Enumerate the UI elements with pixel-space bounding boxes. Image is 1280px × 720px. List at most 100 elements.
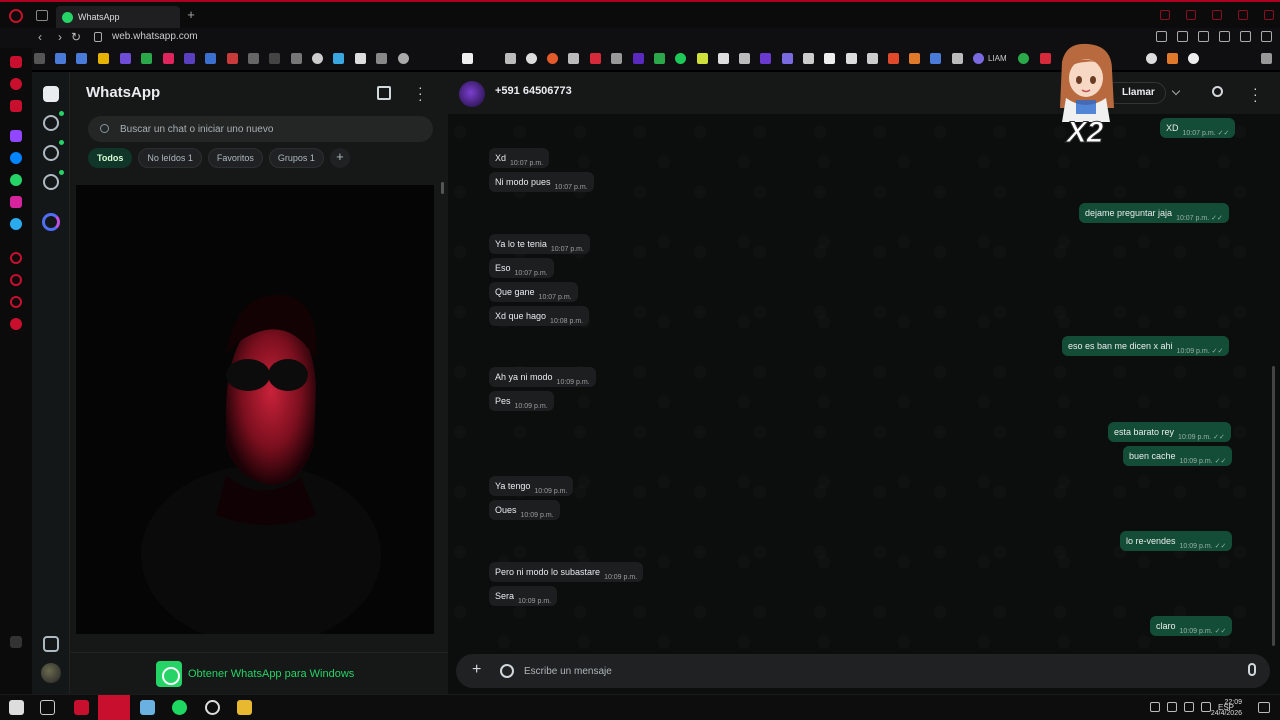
bookmark-icon[interactable]	[654, 53, 665, 64]
search-tabs-icon[interactable]	[1186, 10, 1196, 20]
bookmark-meta-icon[interactable]	[55, 53, 66, 64]
message-bubble-in[interactable]: Ya tengo10:09 p.m.	[489, 476, 574, 496]
bookmark-icon[interactable]	[697, 53, 708, 64]
get-app-banner[interactable]: Obtener WhatsApp para Windows	[70, 652, 448, 694]
bookmark-icon[interactable]	[760, 53, 771, 64]
bookmark-icon[interactable]	[803, 53, 814, 64]
maximize-icon[interactable]	[1238, 10, 1248, 20]
clock[interactable]: 22:09 24/4/2026	[1202, 697, 1242, 719]
bookmark-settings-icon[interactable]	[34, 53, 45, 64]
filter-groups[interactable]: Grupos 1	[268, 148, 324, 168]
message-bubble-in[interactable]: Ah ya ni modo10:09 p.m.	[489, 367, 596, 387]
bookmark-icon[interactable]	[205, 53, 216, 64]
bookmark-icon[interactable]	[888, 53, 899, 64]
aria-icon[interactable]	[10, 56, 22, 68]
message-bubble-in[interactable]: Oues10:09 p.m.	[489, 500, 560, 520]
bookmark-icon[interactable]	[952, 53, 963, 64]
media-icon[interactable]	[43, 636, 59, 652]
history-icon[interactable]	[10, 252, 22, 264]
pin-icon[interactable]	[1160, 10, 1170, 20]
bookmark-icon[interactable]	[568, 53, 579, 64]
search-input[interactable]	[120, 116, 420, 142]
bookmark-icon[interactable]	[633, 53, 644, 64]
message-bubble-out[interactable]: eso es ban me dicen x ahi10:09 p.m. ✓✓	[1062, 336, 1230, 356]
heart-icon[interactable]	[1240, 31, 1251, 42]
chat-sidebar-icon[interactable]	[10, 296, 22, 308]
meta-ai-icon[interactable]	[42, 213, 60, 231]
bookmark-icon[interactable]	[376, 53, 387, 64]
chats-icon[interactable]	[43, 86, 59, 102]
clock-icon[interactable]	[10, 274, 22, 286]
bookmark-icon[interactable]	[611, 53, 622, 64]
message-bubble-in[interactable]: Xd10:07 p.m.	[489, 148, 550, 168]
url-field[interactable]: web.whatsapp.com	[112, 31, 198, 42]
bookmark-liam-label[interactable]: LIAM	[988, 54, 1007, 63]
message-bubble-in[interactable]: Ya lo te tenia10:07 p.m.	[489, 234, 590, 254]
bookmark-liam-icon[interactable]	[973, 53, 984, 64]
bookmark-icon[interactable]	[782, 53, 793, 64]
browser-tab[interactable]: WhatsApp	[56, 6, 180, 28]
bookmark-icon[interactable]	[269, 53, 280, 64]
new-chat-icon[interactable]	[377, 86, 391, 100]
volume-icon[interactable]	[1183, 702, 1194, 712]
message-scrollbar[interactable]	[1272, 116, 1276, 646]
bookmark-icon[interactable]	[398, 53, 409, 64]
bookmark-icon[interactable]	[1167, 53, 1178, 64]
bookmark-icon[interactable]	[590, 53, 601, 64]
whatsapp-sidebar-icon[interactable]	[10, 174, 22, 186]
bookmark-icon[interactable]	[718, 53, 729, 64]
spotify-icon[interactable]	[172, 700, 187, 715]
task-view-icon[interactable]	[40, 700, 55, 715]
bookmark-icon[interactable]	[1188, 53, 1199, 64]
message-bubble-out[interactable]: esta barato rey10:09 p.m. ✓✓	[1108, 422, 1231, 442]
search-messages-icon[interactable]	[1212, 86, 1223, 97]
get-app-label[interactable]: Obtener WhatsApp para Windows	[188, 668, 354, 680]
twitch-icon[interactable]	[10, 130, 22, 142]
message-bubble-in[interactable]: Que gane10:07 p.m.	[489, 282, 578, 302]
forward-icon[interactable]: ›	[53, 30, 67, 44]
more-sidebar-icon[interactable]	[10, 636, 22, 648]
player-sidebar-icon[interactable]	[10, 100, 22, 112]
bookmark-icon[interactable]	[312, 53, 323, 64]
bookmark-icon[interactable]	[291, 53, 302, 64]
message-bubble-in[interactable]: Ni modo pues10:07 p.m.	[489, 172, 594, 192]
bookmark-pinterest-icon[interactable]	[163, 53, 174, 64]
player-icon[interactable]	[1219, 31, 1230, 42]
bookmark-icon[interactable]	[739, 53, 750, 64]
minimize-icon[interactable]	[1212, 10, 1222, 20]
opera-ai-icon[interactable]	[10, 78, 22, 90]
filter-unread[interactable]: No leídos 1	[138, 148, 202, 168]
communities-icon[interactable]	[43, 174, 59, 190]
bookmark-meta-icon[interactable]	[76, 53, 87, 64]
lock-icon[interactable]	[94, 32, 102, 42]
bookmark-drive-icon[interactable]	[98, 53, 109, 64]
bookmark-youtube-icon[interactable]	[1040, 53, 1051, 64]
reload-icon[interactable]: ↻	[69, 30, 83, 44]
bookmark-icon[interactable]	[526, 53, 537, 64]
file-explorer-icon[interactable]	[237, 700, 252, 715]
network-icon[interactable]	[1166, 702, 1177, 712]
add-filter-button[interactable]: +	[329, 148, 350, 168]
close-window-icon[interactable]	[1264, 10, 1274, 20]
instagram-icon[interactable]	[10, 196, 22, 208]
bookmark-icon[interactable]	[867, 53, 878, 64]
telegram-icon[interactable]	[10, 218, 22, 230]
microphone-icon[interactable]	[1248, 663, 1256, 676]
bookmark-icon[interactable]	[184, 53, 195, 64]
message-bubble-in[interactable]: Sera10:09 p.m.	[489, 586, 558, 606]
opera-logo-icon[interactable]	[9, 9, 23, 23]
chat-list-scrollbar[interactable]	[441, 172, 445, 632]
bookmark-icon[interactable]	[1156, 31, 1167, 42]
bookmark-icon[interactable]	[1018, 53, 1029, 64]
message-bubble-in[interactable]: Pes10:09 p.m.	[489, 391, 554, 411]
bookmark-icon[interactable]	[824, 53, 835, 64]
snapshot-icon[interactable]	[1177, 31, 1188, 42]
message-bubble-out[interactable]: dejame preguntar jaja10:07 p.m. ✓✓	[1079, 203, 1229, 223]
vpn-icon[interactable]	[1198, 31, 1209, 42]
message-bubble-in[interactable]: Eso10:07 p.m.	[489, 258, 554, 278]
active-app-taskbar[interactable]	[98, 695, 130, 720]
contact-name[interactable]: +591 64506773	[495, 85, 572, 97]
bookmark-icon[interactable]	[248, 53, 259, 64]
bookmark-icon[interactable]	[355, 53, 366, 64]
bookmark-icon[interactable]	[505, 53, 516, 64]
